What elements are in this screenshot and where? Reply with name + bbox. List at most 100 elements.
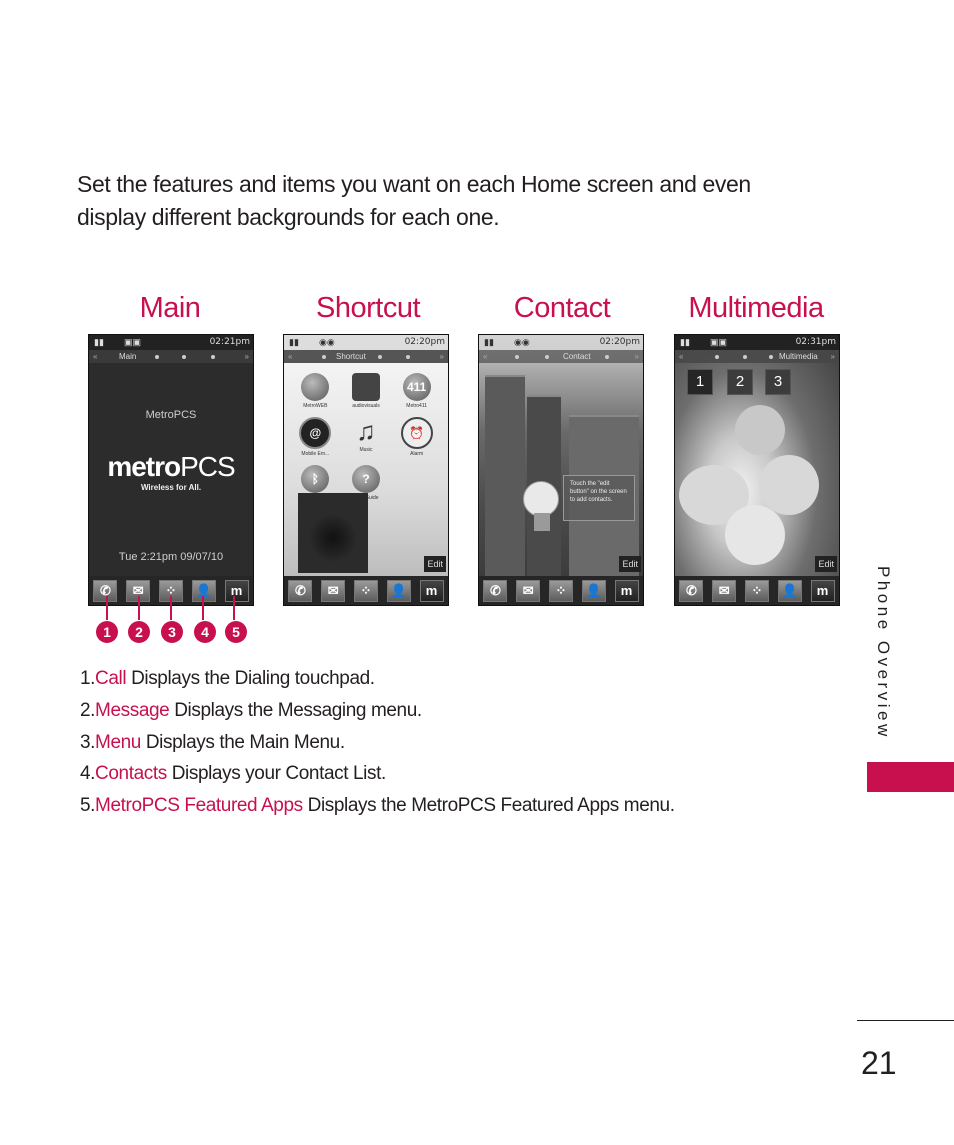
flower-petal <box>759 455 819 515</box>
page-dot[interactable] <box>715 355 719 359</box>
chevron-left-icon[interactable]: « <box>483 350 487 363</box>
page-dot[interactable] <box>322 355 326 359</box>
page-dot[interactable] <box>406 355 410 359</box>
shortcut-grid: MetroWEB audiovisuals 411 Metro411 @ Mobil… <box>290 373 442 501</box>
chevron-left-icon[interactable]: « <box>93 350 97 363</box>
page-dot[interactable] <box>182 355 186 359</box>
metropcs-apps-icon: m <box>620 583 633 598</box>
character-body <box>534 513 550 531</box>
callout-line <box>170 596 172 620</box>
edit-button[interactable]: Edit <box>619 556 641 572</box>
contacts-button[interactable]: 👤 <box>777 579 802 602</box>
legend-item: 2.Message Displays the Messaging menu. <box>80 699 422 721</box>
message-button[interactable]: ✉ <box>516 579 541 602</box>
chevron-right-icon[interactable]: » <box>635 350 639 363</box>
shortcut-label: MetroWEB <box>303 403 328 409</box>
legend-item: 3.Menu Displays the Main Menu. <box>80 731 345 753</box>
page-dot[interactable] <box>605 355 609 359</box>
tile-3[interactable]: 3 <box>765 369 791 395</box>
message-button[interactable]: ✉ <box>321 579 346 602</box>
status-icons: ▣▣ <box>124 337 142 347</box>
callout-badge-4: 4 <box>194 621 216 643</box>
tile-1[interactable]: 1 <box>687 369 713 395</box>
legend-term: MetroPCS Featured Apps <box>95 795 303 817</box>
contacts-button[interactable]: 👤 <box>386 579 411 602</box>
tile-2[interactable]: 2 <box>727 369 753 395</box>
music-player-widget[interactable] <box>298 493 368 573</box>
edit-button[interactable]: Edit <box>424 556 446 572</box>
shortcut-item[interactable]: audiovisuals <box>341 373 392 409</box>
phone-screen-contact: Touch the "edit button" on the screen to… <box>478 334 644 606</box>
page-number-rule <box>857 1020 954 1021</box>
home-tab-strip[interactable]: « Multimedia » <box>675 350 839 363</box>
callout-badge-1: 1 <box>96 621 118 643</box>
globe-icon <box>301 373 330 401</box>
page-dot[interactable] <box>743 355 747 359</box>
menu-button[interactable]: ⁘ <box>548 579 573 602</box>
chevron-left-icon[interactable]: « <box>679 350 683 363</box>
intro-paragraph: Set the features and items you want on e… <box>77 171 751 230</box>
status-icons: ◉◉ <box>514 337 530 347</box>
carrier-label: MetroPCS <box>145 409 197 421</box>
shortcut-item[interactable]: MetroWEB <box>290 373 341 409</box>
call-button[interactable]: ✆ <box>288 579 313 602</box>
flower-petal <box>735 405 785 455</box>
menu-button[interactable]: ⁘ <box>353 579 378 602</box>
chevron-right-icon[interactable]: » <box>245 350 249 363</box>
status-bar: ▮▮ ◉◉ 02:20pm <box>284 335 448 350</box>
alarm-clock-icon: ⏰ <box>400 417 433 449</box>
help-icon: ? <box>351 465 380 493</box>
callout-line <box>106 596 108 620</box>
section-side-label: Phone Overview <box>874 566 893 740</box>
message-button[interactable]: ✉ <box>712 579 737 602</box>
page-dot[interactable] <box>545 355 549 359</box>
shortcut-item[interactable]: ⏰ Alarm <box>391 417 442 457</box>
call-icon: ✆ <box>294 582 306 598</box>
screen-title-multimedia: Multimedia <box>688 292 824 324</box>
legend-item: 1.Call Displays the Dialing touchpad. <box>80 668 375 689</box>
page-dot[interactable] <box>769 355 773 359</box>
status-time: 02:20pm <box>404 337 445 347</box>
metropcs-apps-button[interactable]: m <box>419 579 444 602</box>
legend-term: Message <box>95 699 170 721</box>
call-icon: ✆ <box>489 582 501 598</box>
page-dot[interactable] <box>211 355 215 359</box>
metropcs-apps-button[interactable]: m <box>614 579 639 602</box>
home-tab-strip[interactable]: « Main » <box>89 350 253 363</box>
legend-item: 5.MetroPCS Featured Apps Displays the Me… <box>80 795 675 817</box>
home-tab-strip[interactable]: « Contact » <box>479 350 643 363</box>
edit-button[interactable]: Edit <box>815 556 837 572</box>
status-time: 02:31pm <box>795 337 836 347</box>
call-button[interactable]: ✆ <box>483 579 508 602</box>
callout-badge-2: 2 <box>128 621 150 643</box>
chevron-right-icon[interactable]: » <box>440 350 444 363</box>
email-icon: @ <box>299 417 332 449</box>
shortcut-item[interactable]: 411 Metro411 <box>391 373 442 409</box>
status-bar: ▮▮ ▣▣ 02:21pm <box>89 335 253 350</box>
gallery-icon <box>351 373 380 401</box>
home-tab-label: Shortcut <box>336 352 366 361</box>
flower-petal <box>725 505 785 565</box>
status-time: 02:21pm <box>209 337 250 347</box>
page-dot[interactable] <box>515 355 519 359</box>
chevron-right-icon[interactable]: » <box>831 350 835 363</box>
home-tab-strip[interactable]: « Shortcut » <box>284 350 448 363</box>
legend-list: 1.Call Displays the Dialing touchpad. 2.… <box>80 663 675 822</box>
menu-button[interactable]: ⁘ <box>744 579 769 602</box>
home-tab-label: Contact <box>563 352 591 361</box>
metropcs-apps-button[interactable]: m <box>224 579 249 602</box>
shortcut-label: Alarm <box>410 451 424 457</box>
callout-badge-5: 5 <box>225 621 247 643</box>
shortcut-item[interactable]: @ Mobile Em... <box>290 417 341 457</box>
call-button[interactable]: ✆ <box>679 579 704 602</box>
page-dot[interactable] <box>155 355 159 359</box>
music-note-icon: ♫ <box>356 415 376 446</box>
411-icon: 411 <box>402 373 431 401</box>
screen-title-contact: Contact <box>513 292 611 324</box>
contacts-button[interactable]: 👤 <box>581 579 606 602</box>
chevron-left-icon[interactable]: « <box>288 350 292 363</box>
shortcut-label: audiovisuals <box>352 403 380 409</box>
metropcs-apps-button[interactable]: m <box>810 579 835 602</box>
shortcut-item[interactable]: ♫ Music <box>341 415 392 457</box>
page-dot[interactable] <box>378 355 382 359</box>
